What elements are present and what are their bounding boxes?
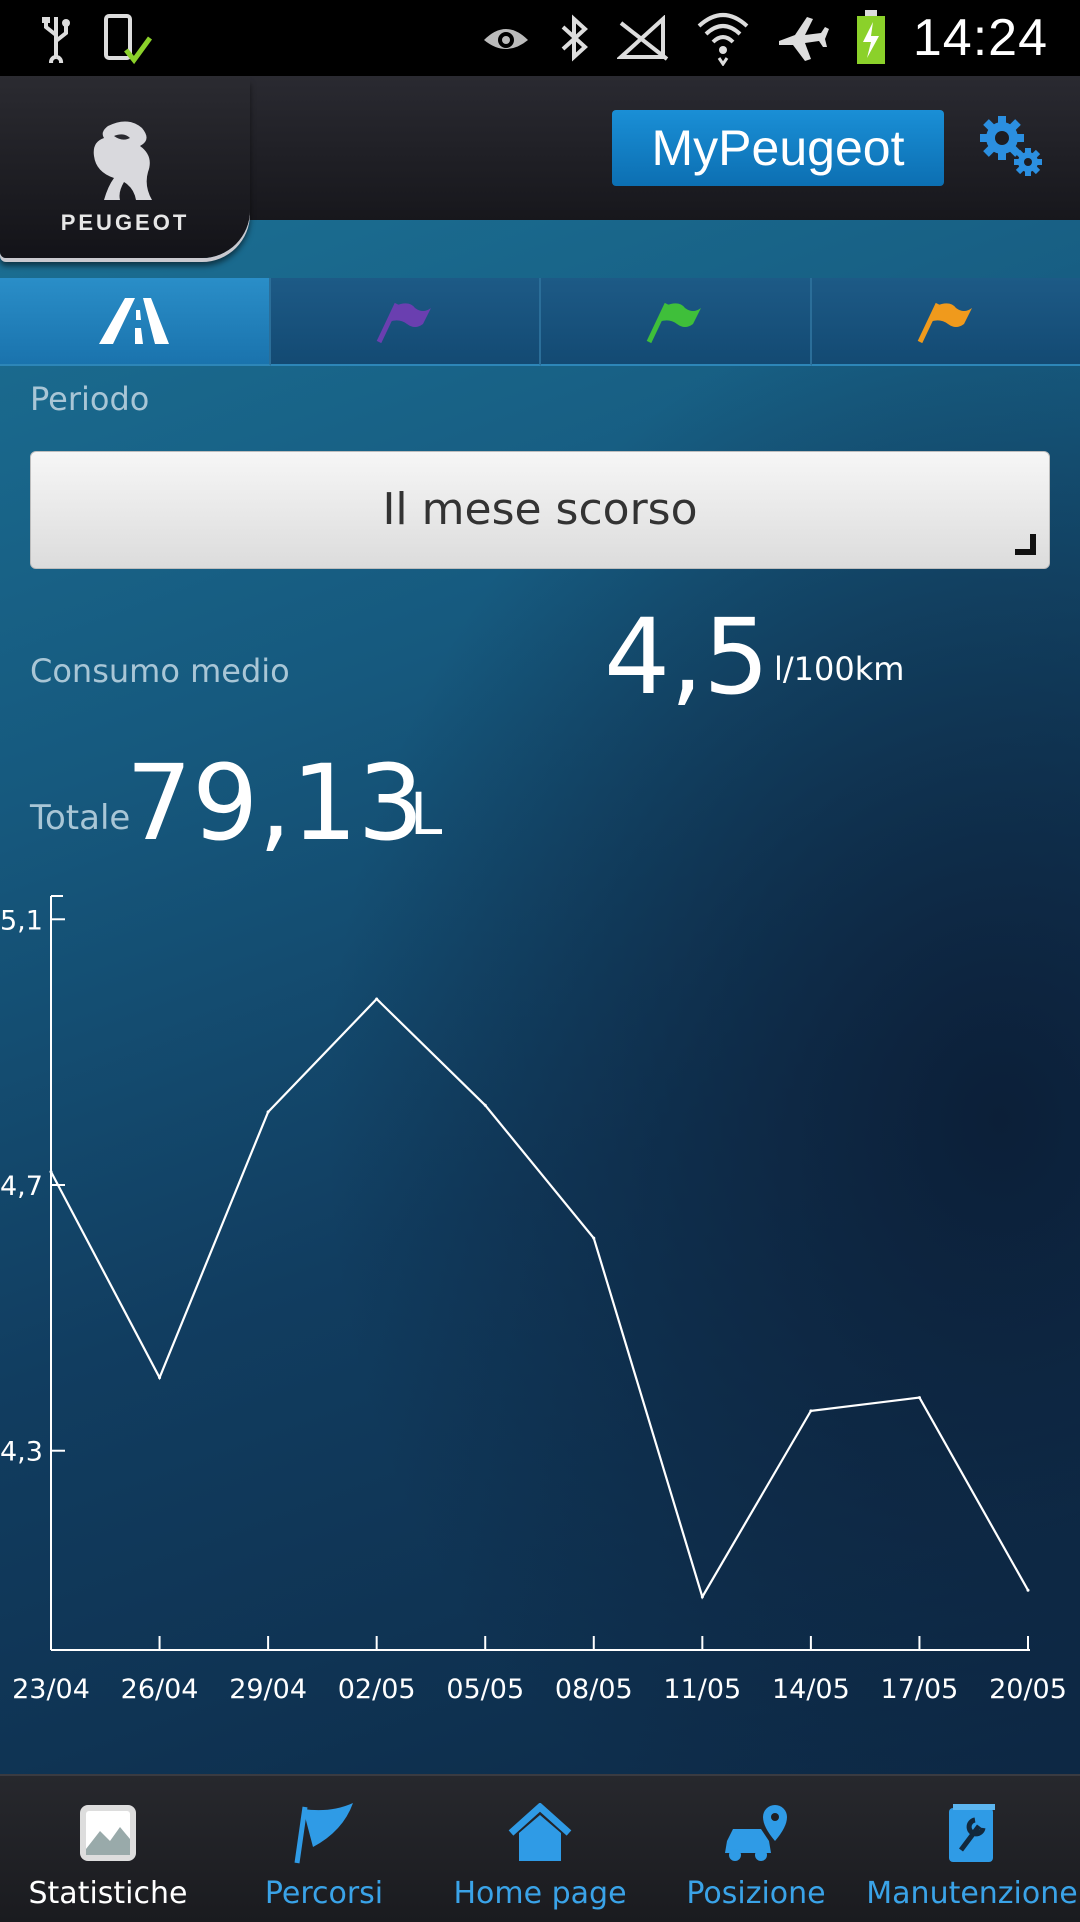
nav-statistiche[interactable]: Statistiche bbox=[0, 1776, 216, 1922]
clock: 14:24 bbox=[913, 8, 1048, 68]
brand-logo: PEUGEOT bbox=[0, 76, 250, 258]
x-tick-label: 20/05 bbox=[989, 1674, 1067, 1705]
nav-label: Posizione bbox=[648, 1876, 864, 1911]
tab-bar bbox=[0, 278, 1080, 364]
total-value: 79,13 bbox=[126, 742, 424, 864]
x-tick-label: 05/05 bbox=[446, 1674, 524, 1705]
usb-icon bbox=[36, 13, 76, 63]
x-tick-label: 02/05 bbox=[338, 1674, 416, 1705]
data-point bbox=[809, 1409, 812, 1412]
brand-name: PEUGEOT bbox=[0, 210, 250, 236]
data-point bbox=[701, 1595, 704, 1598]
data-point bbox=[592, 1237, 595, 1240]
tab-flag-green[interactable] bbox=[541, 278, 812, 366]
flag-green-icon bbox=[645, 298, 705, 344]
road-icon bbox=[99, 298, 169, 344]
total-label: Totale bbox=[30, 798, 130, 838]
nav-percorsi[interactable]: Percorsi bbox=[216, 1776, 432, 1922]
status-bar: 14:24 bbox=[0, 0, 1080, 76]
bottom-navigation: Statistiche Percorsi Home page Posizione bbox=[0, 1774, 1080, 1922]
flag-purple-icon bbox=[375, 298, 435, 344]
nav-posizione[interactable]: Posizione bbox=[648, 1776, 864, 1922]
total-unit: L bbox=[410, 780, 442, 848]
consumption-label: Consumo medio bbox=[30, 652, 290, 690]
flag-orange-icon bbox=[916, 298, 976, 344]
consumption-unit: l/100km bbox=[774, 650, 904, 688]
x-tick-label: 17/05 bbox=[881, 1674, 959, 1705]
x-tick-label: 14/05 bbox=[772, 1674, 850, 1705]
period-label: Periodo bbox=[30, 380, 149, 418]
consumption-value: 4,5 bbox=[604, 596, 769, 718]
x-tick-label: 23/04 bbox=[12, 1674, 90, 1705]
data-point bbox=[267, 1110, 270, 1113]
x-tick-label: 29/04 bbox=[229, 1674, 307, 1705]
bluetooth-icon bbox=[557, 13, 591, 63]
eye-icon bbox=[481, 18, 531, 58]
airplane-icon bbox=[775, 13, 829, 63]
data-point bbox=[918, 1396, 921, 1399]
mypeugeot-button[interactable]: MyPeugeot bbox=[612, 110, 944, 186]
lion-logo-icon bbox=[78, 116, 168, 206]
nav-label: Statistiche bbox=[0, 1876, 216, 1911]
nav-label: Percorsi bbox=[216, 1876, 432, 1911]
y-tick-label: 5,1 bbox=[0, 905, 43, 936]
tab-flag-orange[interactable] bbox=[812, 278, 1080, 366]
nav-label: Home page bbox=[432, 1876, 648, 1911]
y-tick-label: 4,7 bbox=[0, 1171, 43, 1202]
x-tick-label: 26/04 bbox=[121, 1674, 199, 1705]
flag-icon bbox=[291, 1801, 357, 1865]
wifi-icon bbox=[697, 10, 749, 66]
tab-flag-purple[interactable] bbox=[271, 278, 542, 366]
nav-home-page[interactable]: Home page bbox=[432, 1776, 648, 1922]
nav-manutenzione[interactable]: Manutenzione bbox=[864, 1776, 1080, 1922]
dropdown-corner-icon bbox=[1015, 534, 1037, 556]
period-select[interactable]: Il mese scorso bbox=[30, 451, 1050, 569]
y-tick-label: 4,3 bbox=[0, 1437, 43, 1468]
data-point bbox=[158, 1376, 161, 1379]
data-point bbox=[484, 1104, 487, 1107]
series-line bbox=[51, 999, 1028, 1597]
nav-label: Manutenzione bbox=[864, 1876, 1080, 1911]
data-point bbox=[50, 1170, 53, 1173]
statistics-icon bbox=[78, 1803, 138, 1863]
data-point bbox=[1027, 1589, 1030, 1592]
wrench-book-icon bbox=[945, 1802, 999, 1864]
gear-icon[interactable] bbox=[976, 112, 1048, 182]
no-signal-icon bbox=[617, 15, 671, 61]
car-location-icon bbox=[721, 1801, 791, 1865]
tab-road[interactable] bbox=[0, 278, 271, 366]
x-tick-label: 11/05 bbox=[663, 1674, 741, 1705]
battery-charging-icon bbox=[855, 10, 887, 66]
consumption-line-chart: 5,1 4,7 4,3 23/04 26/04 29/04 02/05 05/05 08/05 1… bbox=[0, 890, 1080, 1710]
period-select-value: Il mese scorso bbox=[382, 484, 697, 535]
x-tick-label: 08/05 bbox=[555, 1674, 633, 1705]
data-point bbox=[375, 998, 378, 1001]
home-icon bbox=[507, 1803, 573, 1863]
phone-check-icon bbox=[100, 10, 156, 66]
